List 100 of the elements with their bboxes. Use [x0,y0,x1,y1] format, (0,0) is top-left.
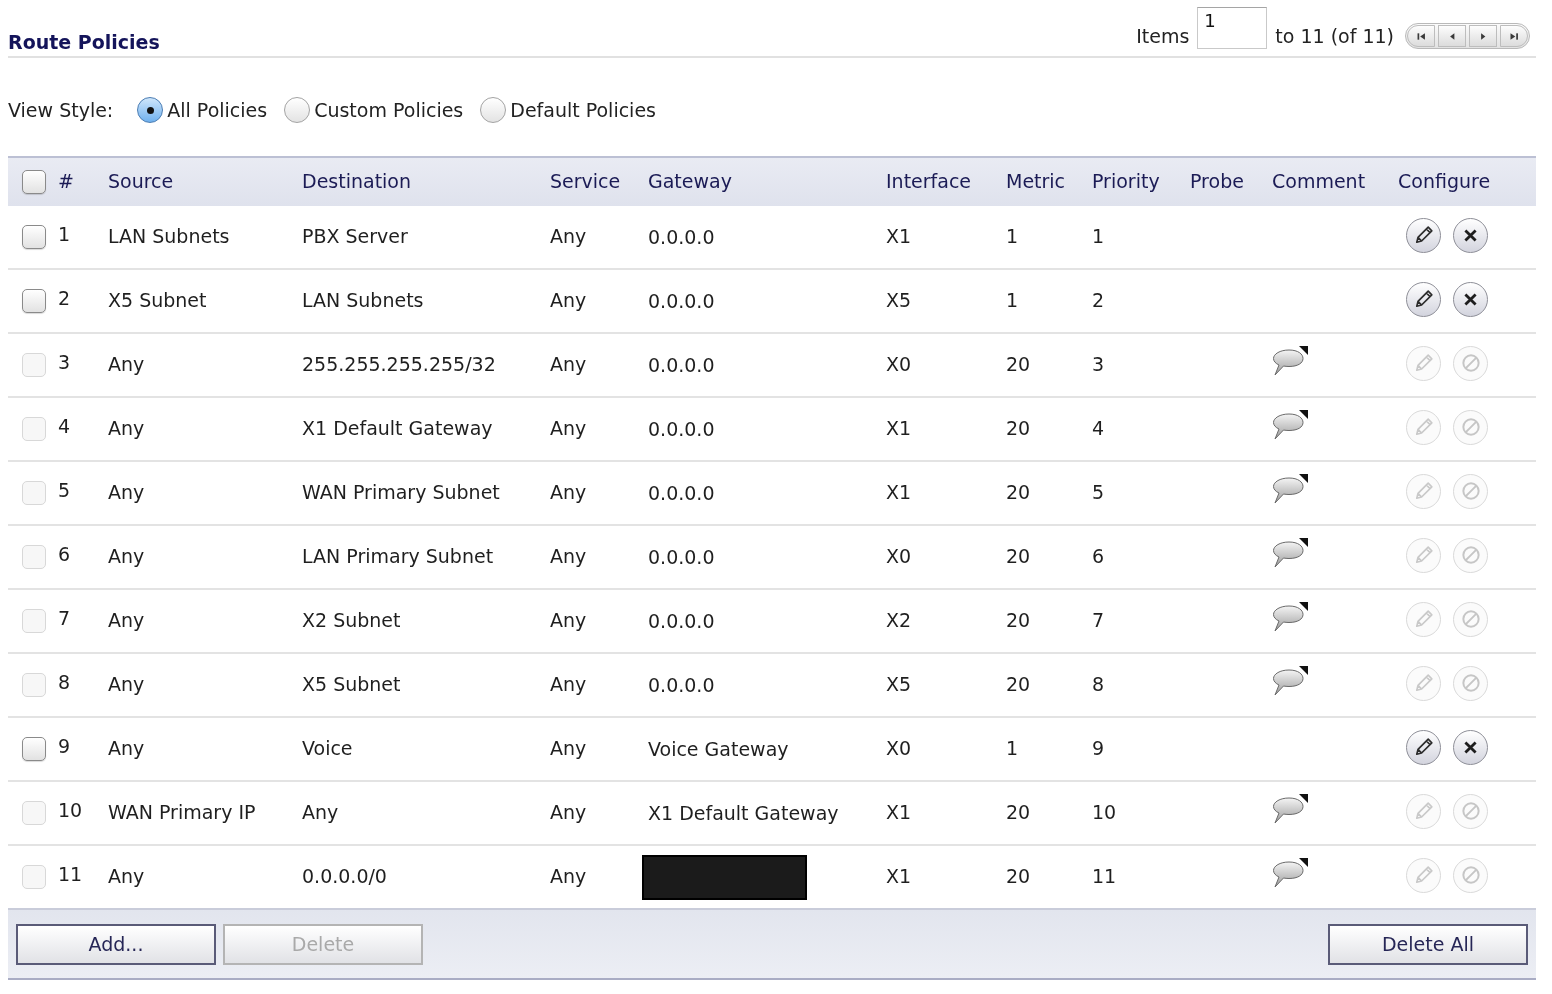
table-cell: X2 Subnet [302,609,401,631]
edit-button[interactable] [1406,217,1441,253]
table-cell: 20 [1006,481,1031,503]
table-cell: 1 [58,223,71,245]
table-cell: 20 [1006,545,1031,567]
table-cell: 9 [1092,737,1105,759]
column-header[interactable]: Configure [1398,170,1491,192]
row-checkbox[interactable] [22,737,46,761]
table-cell: 6 [58,543,71,565]
radio-label[interactable]: Custom Policies [314,98,464,122]
table-cell: 11 [58,863,83,885]
table-cell: 0.0.0.0 [648,673,715,697]
radio-button[interactable] [284,97,311,123]
first-page-button[interactable] [1407,25,1435,47]
table-cell: X5 [886,289,912,311]
column-header[interactable]: Priority [1092,170,1160,192]
table-cell: Any [108,737,145,759]
table-cell: 255.255.255.255/32 [302,353,496,375]
row-checkbox[interactable] [22,289,46,313]
delete-button[interactable] [1453,217,1488,253]
table-cell: 7 [1092,609,1105,631]
column-header[interactable]: Probe [1190,170,1244,192]
table-cell: Any [550,353,587,375]
table-cell: Any [550,289,587,311]
table-cell: X0 [886,737,912,759]
table-cell: 9 [58,735,71,757]
column-header[interactable]: Metric [1006,170,1066,192]
edit-button[interactable] [1406,729,1441,765]
table-cell: 4 [58,415,71,437]
table-cell: 20 [1006,417,1031,439]
column-header[interactable]: Interface [886,170,972,192]
table-cell: Voice [302,737,353,759]
x-icon [1464,740,1477,754]
pencil-icon [1414,290,1433,308]
table-cell: X1 Default Gateway [648,801,839,825]
x-icon [1464,292,1477,306]
action-button[interactable]: Add... [16,923,216,965]
no-sign-icon [1461,674,1480,692]
table-cell: 1 [1006,225,1019,247]
edit-button[interactable] [1406,281,1441,317]
column-header[interactable]: Service [550,170,621,192]
table-cell: X1 Default Gateway [302,417,493,439]
table-cell: 0.0.0.0 [648,481,715,505]
pencil-icon [1414,866,1433,884]
table-cell: X1 [886,481,912,503]
delete-button[interactable] [1453,281,1488,317]
column-header[interactable]: Gateway [648,170,732,192]
items-label: Items [1136,24,1190,48]
table-cell: X1 [886,865,912,887]
table-cell: 20 [1006,673,1031,695]
column-header[interactable]: # [58,170,74,192]
action-button[interactable]: Delete All [1328,923,1528,965]
table-cell: Any [550,609,587,631]
select-all-checkbox[interactable] [22,170,46,194]
table-cell: X1 [886,225,912,247]
table-cell: Any [550,545,587,567]
radio-button[interactable] [480,97,507,123]
triangle-bar-right-icon [1509,32,1519,40]
no-sign-icon [1461,546,1480,564]
table-cell: LAN Subnets [108,225,230,247]
table-cell: X1 [886,417,912,439]
last-page-button[interactable] [1500,25,1528,47]
table-cell: 20 [1006,609,1031,631]
page-title: Route Policies [8,30,160,54]
table-cell: 20 [1006,801,1031,823]
table-cell: 0.0.0.0 [648,545,715,569]
table-cell: X0 [886,545,912,567]
table-cell: Any [550,801,587,823]
table-cell: 5 [1092,481,1105,503]
table-cell: 1 [1092,225,1105,247]
table-cell: 8 [1092,673,1105,695]
column-header[interactable]: Destination [302,170,412,192]
table-cell: 11 [1092,865,1117,887]
table-cell: 20 [1006,353,1031,375]
table-cell: X5 [886,673,912,695]
table-cell: X1 [886,801,912,823]
table-cell: Any [550,737,587,759]
next-page-button[interactable] [1469,25,1497,47]
column-header[interactable]: Comment [1272,170,1366,192]
pencil-icon [1414,418,1433,436]
radio-label[interactable]: Default Policies [510,98,656,122]
pencil-icon [1414,610,1433,628]
delete-button[interactable] [1453,729,1488,765]
row-checkbox[interactable] [22,225,46,249]
pencil-icon [1414,802,1433,820]
no-sign-icon [1461,802,1480,820]
bar-triangle-left-icon [1416,32,1426,40]
table-cell: Any [550,225,587,247]
radio-label[interactable]: All Policies [167,98,268,122]
table-cell: 2 [58,287,71,309]
table-cell: Any [550,865,587,887]
table-cell: 0.0.0.0 [648,289,715,313]
table-cell: LAN Primary Subnet [302,545,494,567]
start-item-field[interactable]: 1 [1197,7,1268,49]
radio-button[interactable] [137,97,164,123]
table-cell: 7 [58,607,71,629]
table-cell: 6 [1092,545,1105,567]
triangle-left-icon [1447,32,1457,40]
column-header[interactable]: Source [108,170,174,192]
table-cell: Any [108,417,145,439]
